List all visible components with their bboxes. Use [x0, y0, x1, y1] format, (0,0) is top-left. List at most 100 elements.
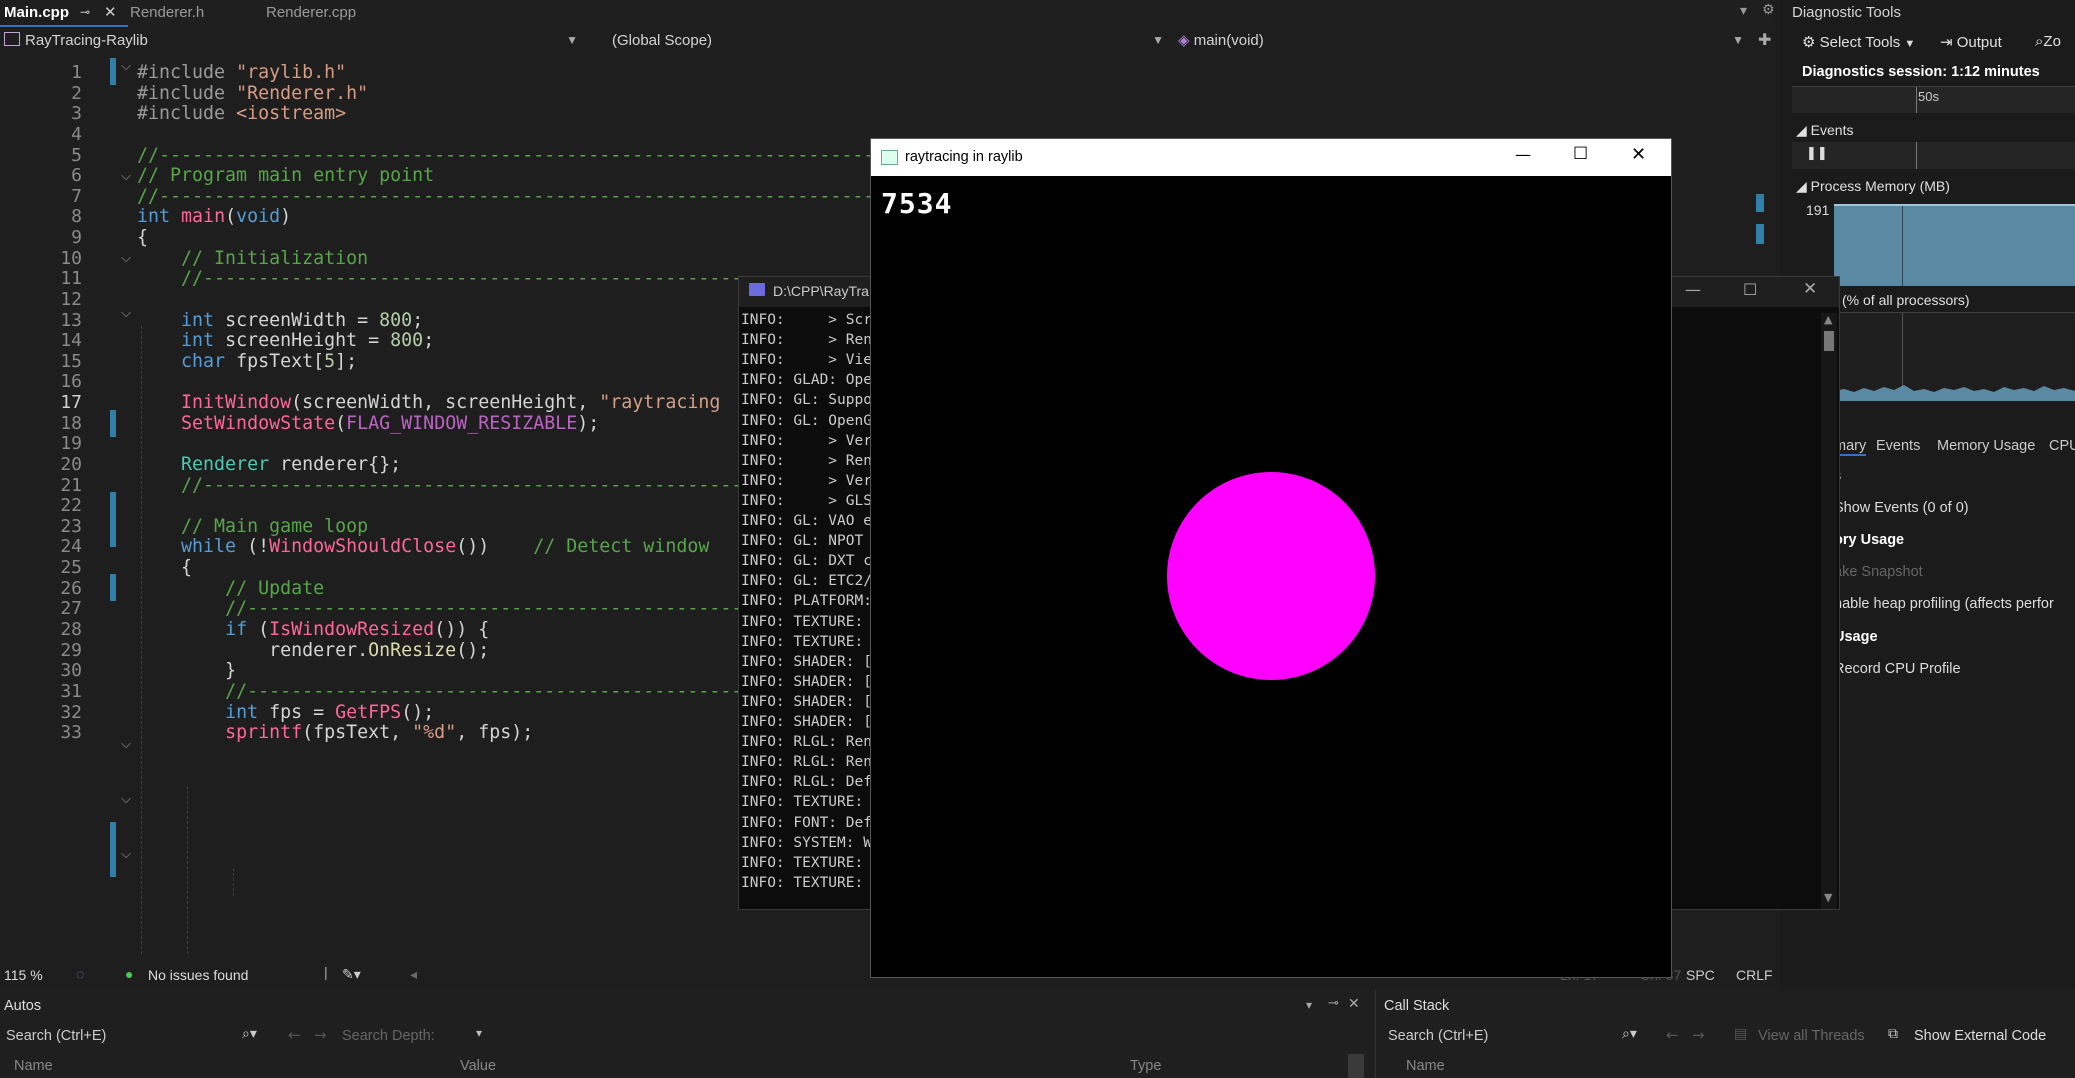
enable-heap-profiling-checkbox[interactable]: nable heap profiling (affects perfor: [1834, 596, 2054, 612]
console-line: INFO: > Ren: [741, 332, 872, 349]
cpu-graph[interactable]: [1834, 312, 2075, 401]
pin-icon[interactable]: ⊸: [80, 0, 90, 25]
close-icon[interactable]: ✕: [1803, 279, 1817, 299]
pin-icon[interactable]: ⊸: [1328, 996, 1339, 1011]
console-line: INFO: SYSTEM: W: [741, 834, 872, 851]
search-icon[interactable]: ⌕▾: [1622, 1026, 1637, 1042]
output-button[interactable]: ⇥ Output: [1940, 33, 2002, 51]
select-tools-button[interactable]: ⚙ Select Tools ▼: [1802, 33, 1915, 51]
intellicode-icon[interactable]: ◌: [76, 966, 84, 982]
call-stack-panel: Call Stack Search (Ctrl+E) ⌕▾ ← → ▤ View…: [1375, 990, 2075, 1078]
column-name[interactable]: Name: [1406, 1058, 1445, 1074]
fold-chevron-icon[interactable]: ⌵: [118, 306, 134, 321]
document-tab-bar: Main.cpp ⊸ ✕ Renderer.h Renderer.cpp ▾ ⚙: [0, 0, 1775, 27]
memory-graph[interactable]: [1834, 204, 2075, 286]
tab-renderer-h[interactable]: Renderer.h: [130, 0, 204, 25]
raylib-window[interactable]: raytracing in raylib — ☐ ✕ 7534: [870, 138, 1672, 978]
code-line[interactable]: char fpsText[5];: [137, 348, 357, 375]
line-ending-status[interactable]: CRLF: [1736, 967, 1773, 983]
member-dropdown[interactable]: ◈ main(void) ▼: [1178, 27, 1758, 54]
forward-arrow-icon[interactable]: →: [314, 1026, 327, 1044]
column-type[interactable]: Type: [1130, 1058, 1161, 1074]
tab-main-cpp[interactable]: Main.cpp ⊸ ✕: [0, 0, 128, 27]
output-icon: ⇥: [1940, 34, 1953, 51]
scroll-down-icon[interactable]: ▼: [1824, 891, 1832, 904]
events-label: Events: [1810, 122, 1854, 138]
raylib-titlebar[interactable]: raytracing in raylib — ☐ ✕: [871, 139, 1671, 176]
threads-icon: ▤: [1734, 1026, 1748, 1042]
code-line[interactable]: while (!WindowShouldClose()) // Detect w…: [137, 533, 709, 560]
autos-search-input[interactable]: Search (Ctrl+E): [6, 1028, 106, 1044]
minimize-icon[interactable]: —: [1515, 145, 1531, 164]
tab-list-dropdown-icon[interactable]: ▾: [1740, 3, 1747, 19]
tab-memory-usage[interactable]: Memory Usage: [1937, 438, 2035, 454]
take-snapshot-button[interactable]: ake Snapshot: [1834, 564, 1923, 580]
code-line[interactable]: sprintf(fpsText, "%d", fps);: [137, 719, 533, 746]
show-events-link[interactable]: Show Events (0 of 0): [1834, 500, 1969, 516]
indent-guide: [233, 868, 234, 896]
forward-arrow-icon[interactable]: →: [1692, 1026, 1705, 1044]
record-cpu-profile-button[interactable]: Record CPU Profile: [1834, 661, 1961, 677]
line-number: 33: [60, 722, 82, 744]
minimize-icon[interactable]: —: [1685, 280, 1701, 299]
close-icon[interactable]: ✕: [104, 0, 117, 25]
call-stack-search-input[interactable]: Search (Ctrl+E): [1388, 1028, 1488, 1044]
fold-chevron-icon[interactable]: ⌵: [118, 59, 134, 74]
timeline-ruler[interactable]: 50s: [1792, 86, 2075, 113]
scroll-thumb[interactable]: [1824, 331, 1834, 351]
cleanup-brush-icon[interactable]: ✎▾: [342, 966, 361, 983]
close-icon[interactable]: ✕: [1631, 144, 1646, 165]
column-name[interactable]: Name: [14, 1058, 53, 1074]
chevron-down-icon: ▼: [566, 33, 578, 47]
split-editor-icon[interactable]: ✚: [1758, 30, 1771, 49]
code-line[interactable]: int main(void): [137, 203, 291, 230]
chevron-down-icon: ▼: [1732, 33, 1744, 47]
whitespace-status[interactable]: SPC: [1686, 967, 1715, 983]
settings-gear-icon[interactable]: ⚙: [1762, 2, 1775, 18]
tab-events[interactable]: Events: [1876, 438, 1920, 454]
panel-title: Diagnostic Tools: [1792, 4, 1901, 21]
change-marker: [110, 822, 116, 877]
console-line: INFO: PLATFORM:: [741, 593, 872, 610]
scope-dropdown[interactable]: (Global Scope) ▼: [612, 27, 1164, 54]
scroll-up-icon[interactable]: ▲: [1824, 313, 1832, 326]
issues-status[interactable]: No issues found: [148, 967, 248, 983]
tab-cpu[interactable]: CPU: [2049, 438, 2075, 454]
maximize-icon[interactable]: ☐: [1743, 280, 1757, 299]
scroll-left-icon[interactable]: ◂: [410, 966, 417, 983]
process-memory-header[interactable]: ◢ Process Memory (MB): [1796, 178, 1950, 195]
console-line: INFO: RLGL: Def: [741, 774, 872, 791]
rendered-sphere: [1167, 472, 1375, 680]
console-line: INFO: > GLS: [741, 492, 872, 509]
maximize-icon[interactable]: ☐: [1573, 144, 1588, 164]
zoom-button[interactable]: ⌕Zo: [2035, 33, 2061, 50]
depth-dropdown-icon[interactable]: ▾: [476, 1026, 482, 1040]
code-line[interactable]: #include <iostream>: [137, 100, 346, 127]
code-line[interactable]: SetWindowState(FLAG_WINDOW_RESIZABLE);: [137, 410, 599, 437]
view-all-threads-button[interactable]: View all Threads: [1758, 1028, 1865, 1044]
fold-chevron-icon[interactable]: ⌵: [118, 169, 134, 184]
zoom-level[interactable]: 115 %: [4, 967, 43, 983]
column-value[interactable]: Value: [460, 1058, 496, 1074]
close-icon[interactable]: ✕: [1348, 996, 1360, 1012]
tab-renderer-cpp[interactable]: Renderer.cpp: [266, 0, 356, 25]
project-dropdown[interactable]: RayTracing-Raylib ▼: [4, 27, 582, 54]
search-icon[interactable]: ⌕▾: [242, 1026, 257, 1042]
external-code-icon: ⧉: [1888, 1026, 1898, 1042]
pause-icon[interactable]: ❚❚: [1806, 146, 1828, 161]
back-arrow-icon[interactable]: ←: [1666, 1026, 1679, 1044]
console-scrollbar[interactable]: ▲ ▼: [1821, 313, 1837, 909]
dropdown-icon[interactable]: ▾: [1306, 998, 1312, 1012]
console-line: INFO: > Ren: [741, 452, 872, 469]
fold-chevron-icon[interactable]: ⌵: [118, 251, 134, 266]
autos-scrollbar[interactable]: [1348, 1054, 1364, 1078]
show-external-code-button[interactable]: Show External Code: [1914, 1028, 2046, 1044]
timeline-tick: [1902, 206, 1903, 286]
fold-chevron-icon[interactable]: ⌵: [118, 792, 134, 807]
events-header[interactable]: ◢ Events: [1796, 122, 1853, 139]
fold-chevron-icon[interactable]: ⌵: [118, 737, 134, 752]
fold-chevron-icon[interactable]: ⌵: [118, 847, 134, 862]
console-line: INFO: GLAD: Ope: [741, 372, 872, 389]
back-arrow-icon[interactable]: ←: [288, 1026, 301, 1044]
autos-panel: Autos ▾ ⊸ ✕ Search (Ctrl+E) ⌕▾ ← → Searc…: [0, 990, 1365, 1078]
